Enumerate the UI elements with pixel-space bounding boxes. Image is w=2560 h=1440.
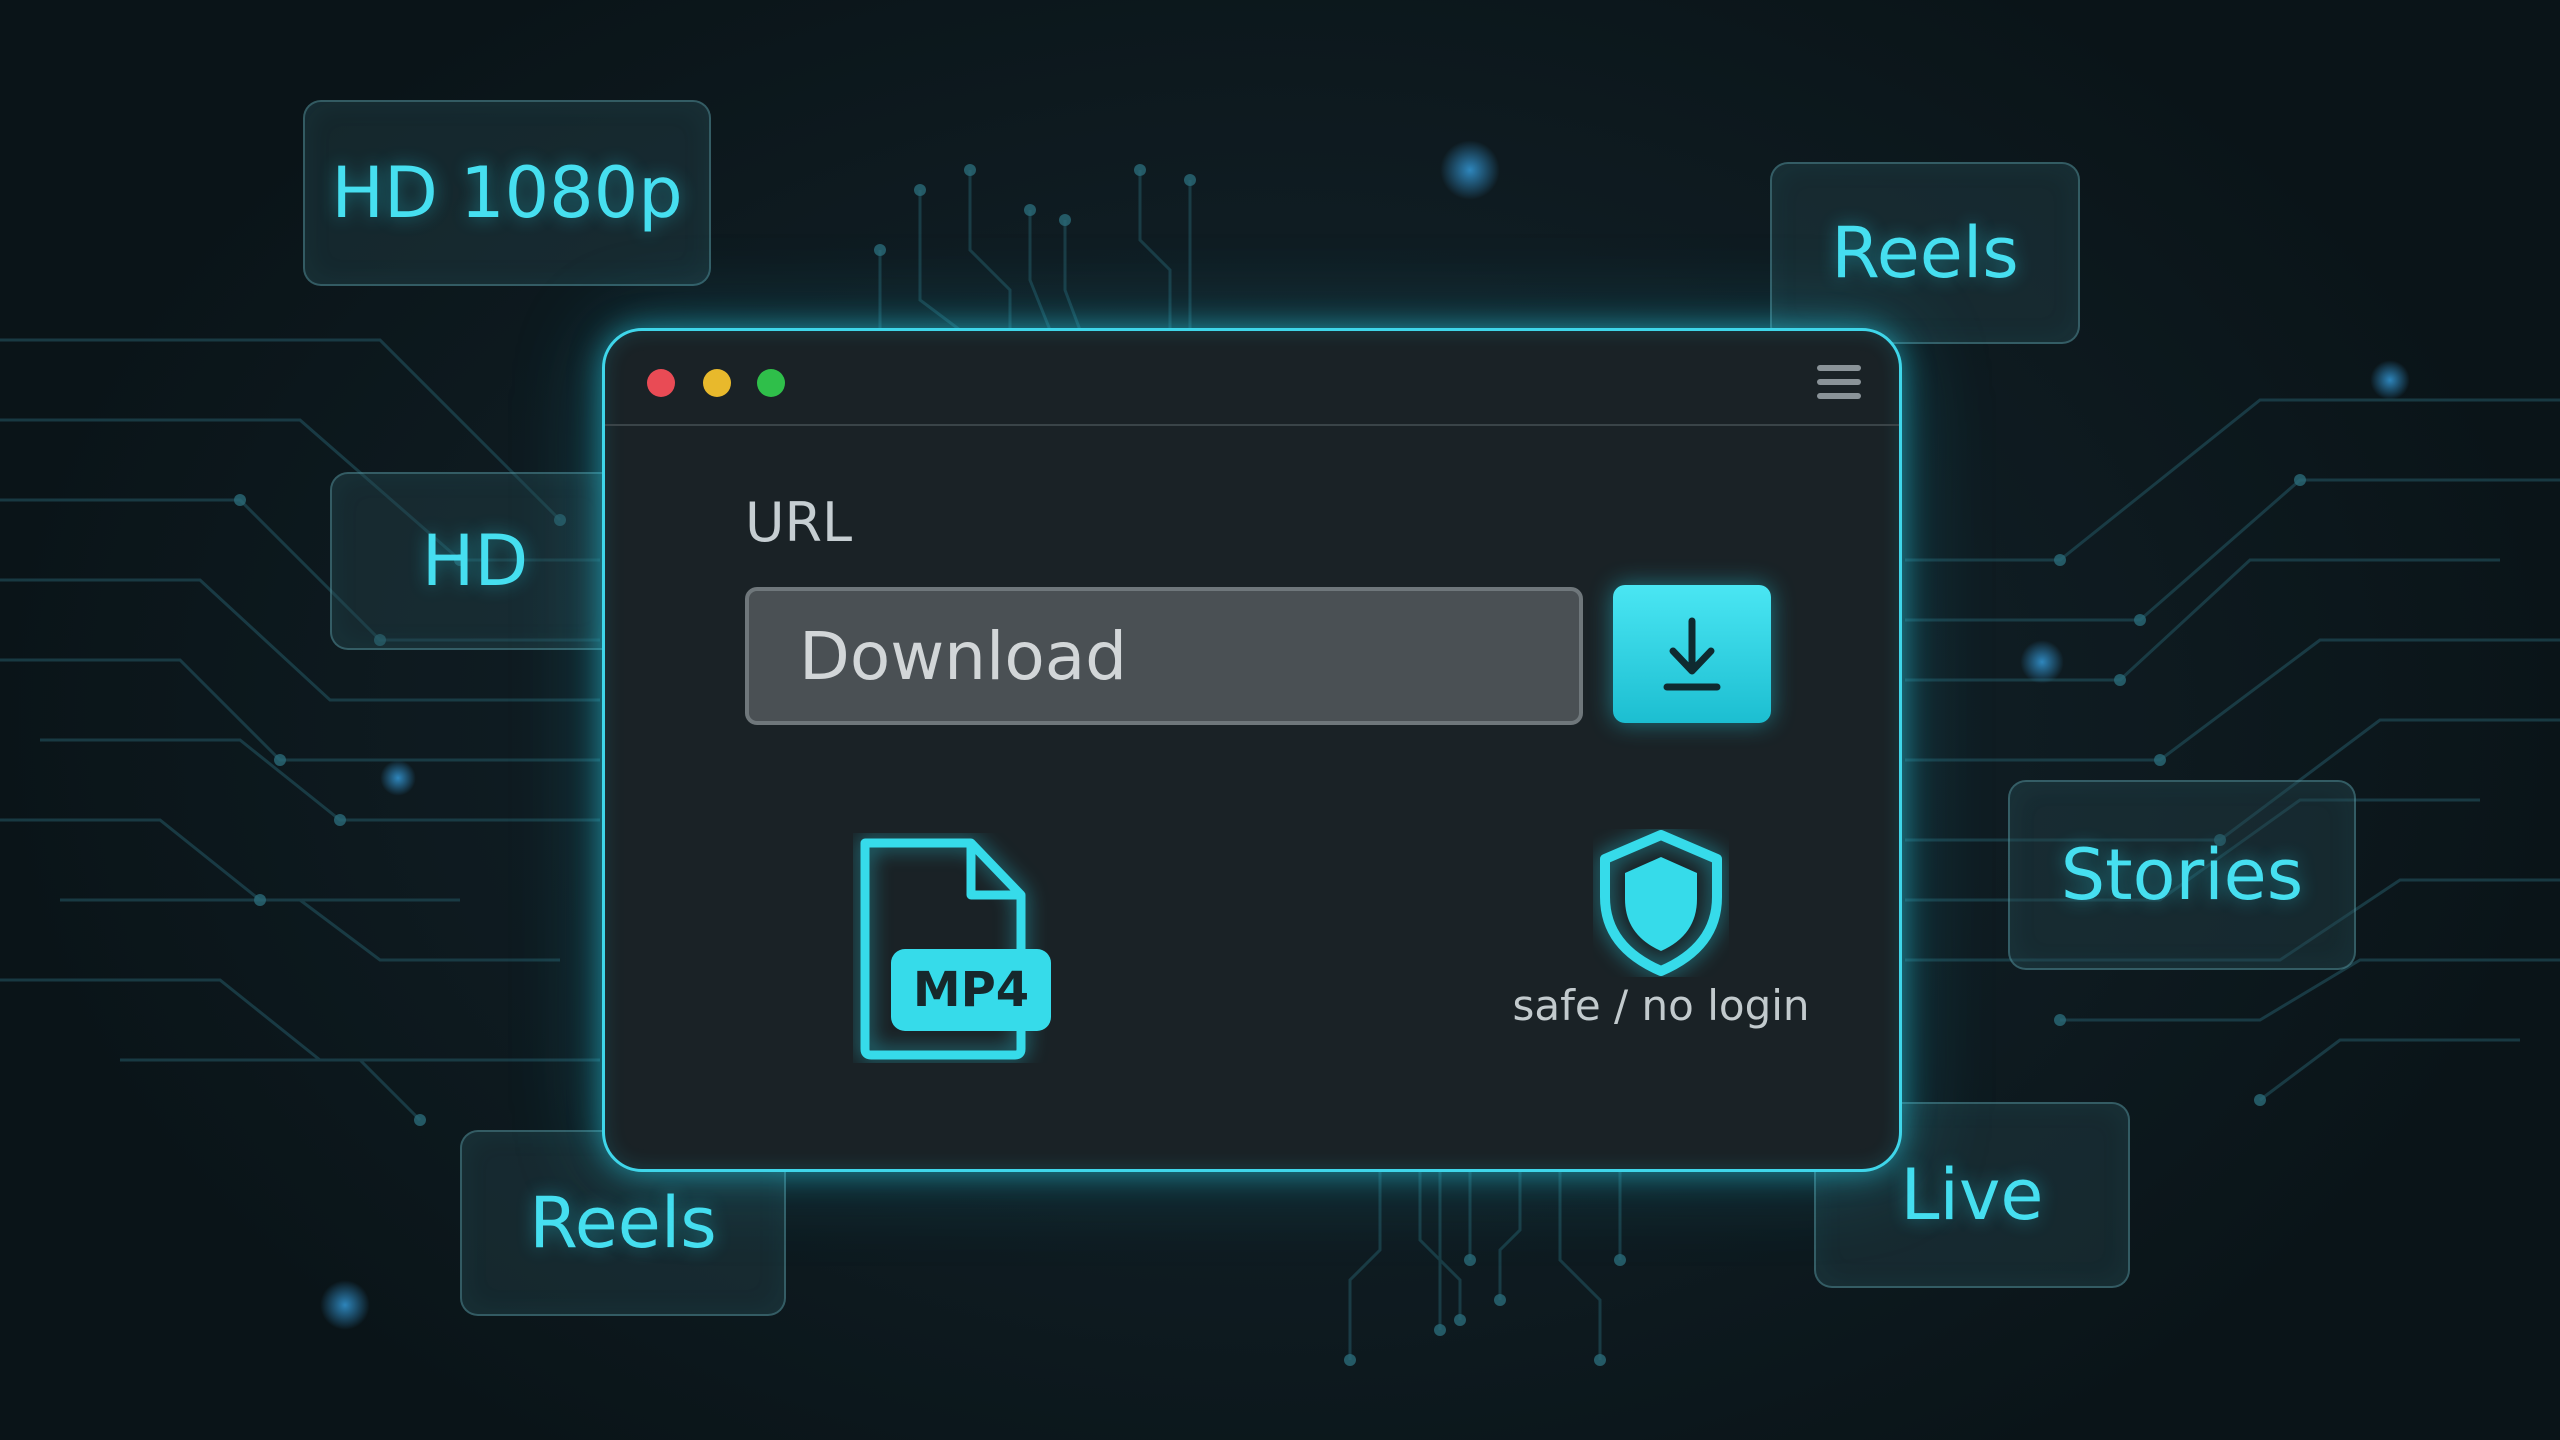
minimize-window-button[interactable] — [703, 369, 731, 397]
tag-hd-1080p: HD 1080p — [303, 100, 711, 286]
window-title-bar — [605, 331, 1899, 426]
mp4-badge: MP4 — [891, 949, 1051, 1031]
glow-dot — [2020, 640, 2064, 684]
download-arrow-icon — [1663, 617, 1721, 691]
glow-dot — [1440, 140, 1500, 200]
downloader-window: URL MP4 safe / no login — [602, 328, 1902, 1172]
url-input[interactable] — [745, 587, 1583, 725]
close-window-button[interactable] — [647, 369, 675, 397]
shield-icon — [1600, 830, 1722, 976]
tag-reels-top: Reels — [1770, 162, 2080, 344]
download-button[interactable] — [1613, 585, 1771, 723]
tag-hd: HD — [330, 472, 620, 650]
tag-stories: Stories — [2008, 780, 2356, 970]
url-label: URL — [745, 491, 853, 554]
maximize-window-button[interactable] — [757, 369, 785, 397]
glow-dot — [380, 760, 416, 796]
hamburger-menu-icon[interactable] — [1817, 361, 1861, 403]
safe-no-login-label: safe / no login — [1512, 981, 1810, 1030]
glow-dot — [320, 1280, 370, 1330]
glow-dot — [2370, 360, 2410, 400]
background-scene: HD 1080p Reels HD Stories Reels Live URL — [0, 0, 2560, 1440]
